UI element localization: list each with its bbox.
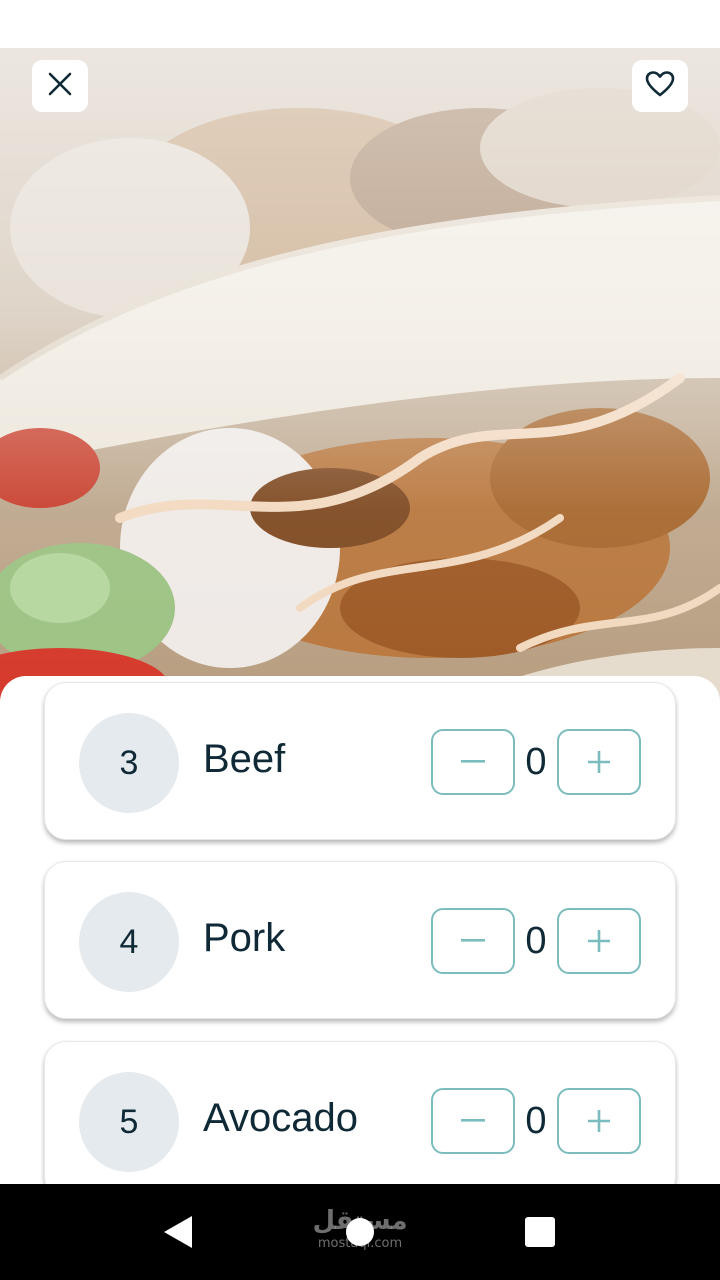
recents-button[interactable] [512, 1204, 568, 1260]
quantity-value: 0 [525, 740, 547, 783]
item-name: Avocado [203, 1096, 358, 1140]
home-button[interactable] [332, 1204, 388, 1260]
ingredient-card-beef: 3 Beef 0 [44, 682, 676, 840]
quantity-value: 0 [525, 1099, 547, 1142]
plus-icon [588, 930, 610, 952]
minus-icon [461, 939, 485, 942]
item-number-badge: 5 [79, 1072, 179, 1172]
quantity-stepper: 0 [431, 908, 643, 976]
square-recents-icon [525, 1217, 555, 1247]
increment-button[interactable] [557, 908, 641, 974]
ingredient-card-pork: 4 Pork 0 [44, 861, 676, 1019]
close-icon [47, 71, 73, 101]
decrement-button[interactable] [431, 908, 515, 974]
plus-icon [588, 751, 610, 773]
minus-icon [461, 1119, 485, 1122]
hero-overlay [0, 48, 720, 708]
item-name: Beef [203, 737, 286, 781]
favorite-button[interactable] [632, 60, 688, 112]
circle-home-icon [346, 1218, 374, 1246]
status-bar [0, 0, 720, 48]
ingredient-card-avocado: 5 Avocado 0 [44, 1041, 676, 1184]
decrement-button[interactable] [431, 1088, 515, 1154]
back-button[interactable] [150, 1204, 206, 1260]
quantity-value: 0 [525, 919, 547, 962]
item-name: Pork [203, 916, 286, 960]
minus-icon [461, 760, 485, 763]
increment-button[interactable] [557, 1088, 641, 1154]
triangle-back-icon [164, 1216, 192, 1248]
item-number-badge: 4 [79, 892, 179, 992]
increment-button[interactable] [557, 729, 641, 795]
quantity-stepper: 0 [431, 729, 643, 797]
system-navigation-bar: مستقل mostaql.com [0, 1184, 720, 1280]
decrement-button[interactable] [431, 729, 515, 795]
ingredients-sheet: 3 Beef 0 4 Pork 0 5 Avocado 0 [0, 676, 720, 1184]
quantity-stepper: 0 [431, 1088, 643, 1156]
item-number-badge: 3 [79, 713, 179, 813]
hero-food-image [0, 48, 720, 708]
close-button[interactable] [32, 60, 88, 112]
plus-icon [588, 1110, 610, 1132]
heart-icon [645, 70, 675, 102]
